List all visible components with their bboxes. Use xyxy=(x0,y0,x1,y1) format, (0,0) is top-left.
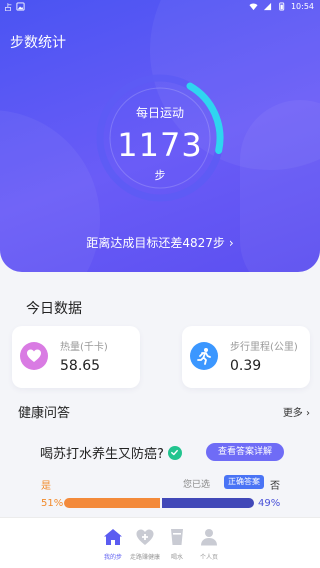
bottom-nav: 我的步 走路赚健康 喝水 个人页 xyxy=(0,517,320,568)
nav-label: 走路赚健康 xyxy=(129,554,160,561)
calories-card[interactable]: 热量(千卡) 58.65 xyxy=(12,326,140,388)
question-text: 喝苏打水养生又防癌? xyxy=(40,447,164,462)
correct-answer-badge: 正确答案 xyxy=(224,475,264,489)
status-bar: 占 10:54 xyxy=(0,0,320,14)
step-counter: 每日运动 1173 步 xyxy=(92,70,228,206)
step-count: 1173 xyxy=(117,126,203,164)
distance-card[interactable]: 步行里程(公里) 0.39 xyxy=(182,326,310,388)
more-label: 更多 xyxy=(282,408,303,419)
goal-remaining-link[interactable]: 距离达成目标还差4827步 › xyxy=(0,234,320,251)
heart-icon xyxy=(20,342,48,370)
runner-icon xyxy=(190,342,218,370)
home-icon xyxy=(104,529,122,545)
more-link[interactable]: 更多 › xyxy=(283,404,310,419)
vote-bar xyxy=(64,498,254,508)
page-title: 步数统计 xyxy=(10,35,66,51)
no-option[interactable]: 否 xyxy=(270,477,280,492)
nav-label: 我的步 xyxy=(103,554,122,561)
check-circle-icon xyxy=(167,445,182,460)
distance-value: 0.39 xyxy=(230,358,262,374)
chevron-right-icon: › xyxy=(228,236,234,250)
status-app-text: 占 xyxy=(4,3,12,12)
water-cup-icon xyxy=(171,529,183,545)
view-answer-button[interactable]: 查看答案详解 xyxy=(206,443,284,461)
vote-bar-yes xyxy=(64,498,160,508)
goal-remaining-text: 距离达成目标还差4827步 xyxy=(86,236,225,250)
vote-bar-no xyxy=(161,498,254,508)
step-unit: 步 xyxy=(154,169,166,182)
health-question: 喝苏打水养生又防癌? xyxy=(40,443,182,462)
nav-label: 个人页 xyxy=(199,554,218,561)
nav-item-walk-health[interactable]: 走路赚健康 xyxy=(128,528,162,561)
status-time: 10:54 xyxy=(290,2,314,11)
distance-label: 步行里程(公里) xyxy=(230,342,298,353)
yes-percent: 51% xyxy=(41,498,64,509)
selected-label: 您已选 xyxy=(183,480,211,490)
health-qa-title: 健康问答 xyxy=(18,406,71,421)
daily-exercise-label: 每日运动 xyxy=(135,106,184,120)
calories-label: 热量(千卡) xyxy=(60,342,108,353)
calories-value: 58.65 xyxy=(60,358,101,374)
battery-icon xyxy=(279,2,285,11)
yes-option[interactable]: 是 xyxy=(41,477,51,492)
chevron-right-icon: › xyxy=(306,408,310,419)
wifi-icon xyxy=(249,3,258,11)
signal-icon xyxy=(263,2,272,11)
today-data-title: 今日数据 xyxy=(26,301,82,317)
no-percent: 49% xyxy=(258,498,281,509)
nav-item-profile[interactable]: 个人页 xyxy=(192,528,226,561)
image-icon xyxy=(16,2,25,11)
nav-item-water[interactable]: 喝水 xyxy=(160,528,194,561)
health-plus-icon xyxy=(136,529,154,545)
person-icon xyxy=(201,529,217,546)
nav-label: 喝水 xyxy=(170,554,183,561)
nav-item-steps[interactable]: 我的步 xyxy=(96,528,130,561)
